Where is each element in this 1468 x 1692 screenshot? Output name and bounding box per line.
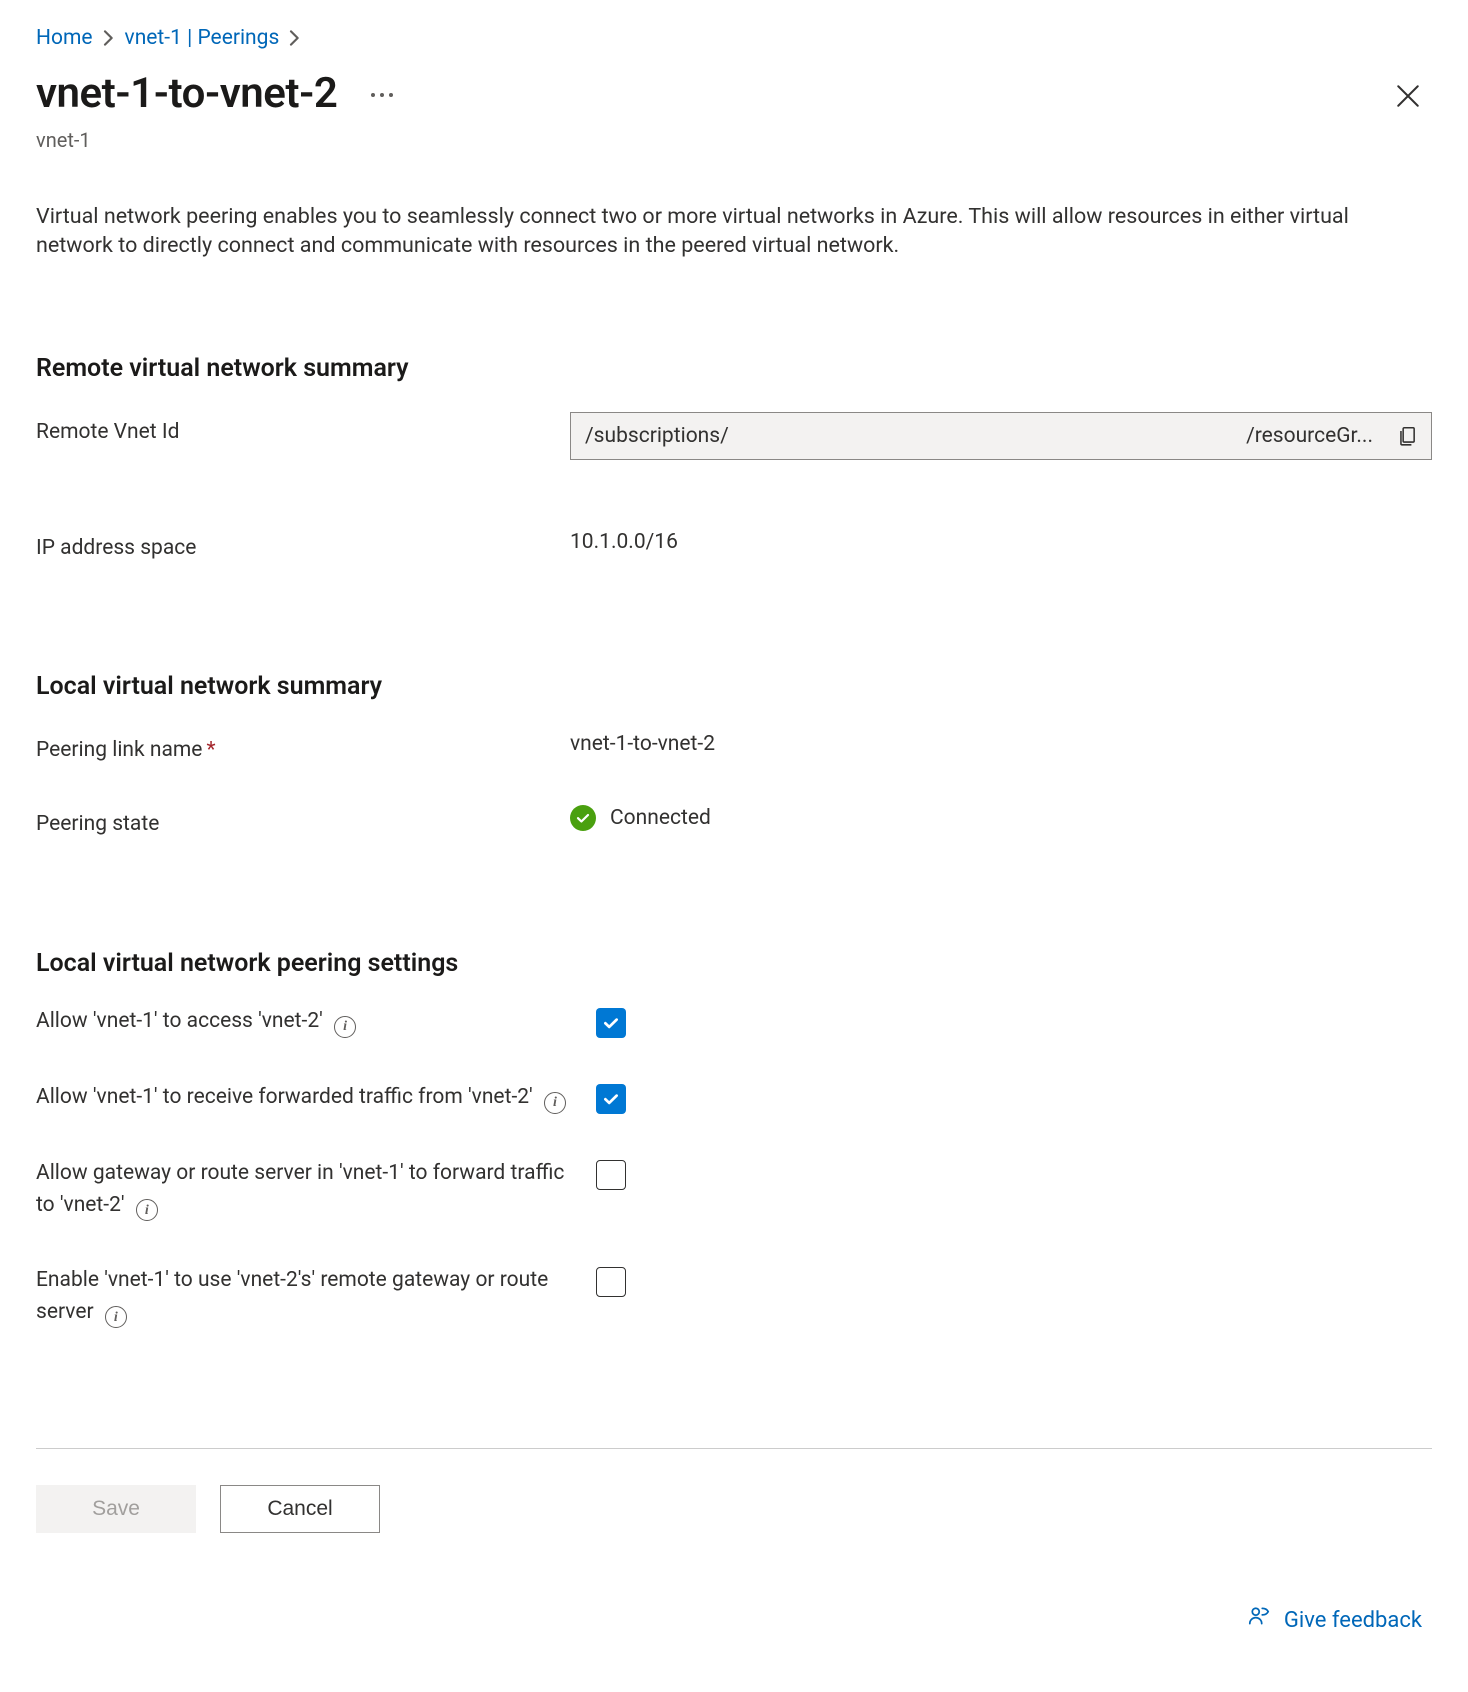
intro-text: Virtual network peering enables you to s… [36, 202, 1416, 260]
chevron-right-icon [289, 30, 301, 46]
close-button[interactable] [1384, 72, 1432, 120]
breadcrumb-home[interactable]: Home [36, 24, 93, 52]
remote-vnet-id-prefix: /subscriptions/ [571, 422, 743, 450]
peering-link-name-value: vnet-1-to-vnet-2 [570, 730, 1432, 758]
ip-space-label: IP address space [36, 528, 546, 562]
breadcrumb-parent[interactable]: vnet-1 | Peerings [125, 24, 280, 52]
use-remote-gateway-checkbox[interactable] [596, 1267, 626, 1297]
remote-vnet-id-label: Remote Vnet Id [36, 412, 546, 446]
info-icon[interactable]: i [334, 1016, 356, 1038]
cancel-button[interactable]: Cancel [220, 1485, 380, 1533]
give-feedback-text: Give feedback [1284, 1606, 1422, 1636]
give-feedback-link[interactable]: Give feedback [1246, 1603, 1422, 1638]
allow-access-checkbox[interactable] [596, 1008, 626, 1038]
required-indicator: * [206, 738, 215, 762]
section-peering-settings: Local virtual network peering settings A… [36, 947, 1432, 1329]
info-icon[interactable]: i [105, 1306, 127, 1328]
use-remote-gateway-label: Enable 'vnet-1' to use 'vnet-2's' remote… [36, 1265, 566, 1328]
page-title-text: vnet-1-to-vnet-2 [36, 66, 337, 123]
copy-icon[interactable] [1383, 413, 1431, 459]
remote-vnet-id-field[interactable]: /subscriptions/ /resourceGr... [570, 412, 1432, 460]
ip-space-value: 10.1.0.0/16 [570, 528, 1432, 556]
section-title-local: Local virtual network summary [36, 670, 1432, 704]
peering-state-value: Connected [610, 804, 711, 832]
info-icon[interactable]: i [136, 1199, 158, 1221]
section-title-remote: Remote virtual network summary [36, 352, 1432, 386]
section-title-settings: Local virtual network peering settings [36, 947, 1432, 981]
peering-state-label: Peering state [36, 804, 546, 838]
breadcrumb: Home vnet-1 | Peerings [36, 24, 1432, 52]
info-icon[interactable]: i [544, 1092, 566, 1114]
page-title: vnet-1-to-vnet-2 [36, 66, 399, 123]
status-success-icon [570, 805, 596, 831]
more-actions-button[interactable] [365, 87, 399, 103]
allow-forwarded-label: Allow 'vnet-1' to receive forwarded traf… [36, 1082, 566, 1114]
section-remote-summary: Remote virtual network summary Remote Vn… [36, 352, 1432, 562]
allow-forwarded-checkbox[interactable] [596, 1084, 626, 1114]
section-local-summary: Local virtual network summary Peering li… [36, 670, 1432, 838]
page-subtitle: vnet-1 [36, 127, 1384, 154]
feedback-icon [1246, 1603, 1272, 1638]
allow-gateway-checkbox[interactable] [596, 1160, 626, 1190]
save-button[interactable]: Save [36, 1485, 196, 1533]
peering-link-name-label: Peering link name* [36, 730, 546, 764]
remote-vnet-id-suffix: /resourceGr... [1246, 422, 1383, 450]
allow-access-label: Allow 'vnet-1' to access 'vnet-2' i [36, 1006, 566, 1038]
allow-gateway-label: Allow gateway or route server in 'vnet-1… [36, 1158, 566, 1221]
chevron-right-icon [103, 30, 115, 46]
